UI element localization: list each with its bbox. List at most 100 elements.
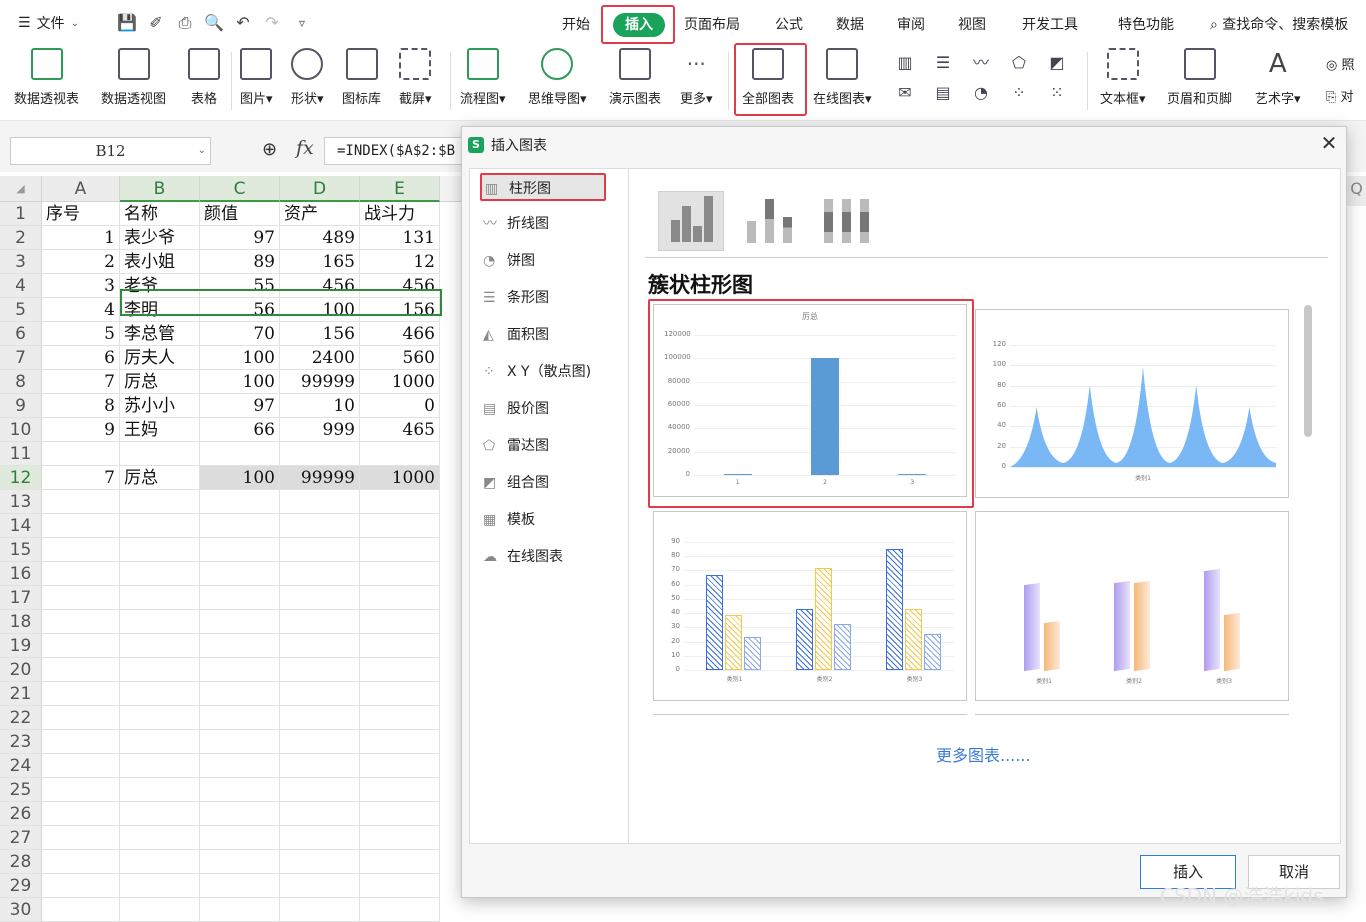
picture-button[interactable]: 图片▾	[240, 48, 273, 107]
column-title-cell[interactable]: 名称	[120, 202, 200, 226]
row-header[interactable]: 27	[0, 826, 42, 850]
table-cell[interactable]	[360, 706, 440, 730]
table-cell[interactable]	[42, 562, 120, 586]
column-title-cell[interactable]: 序号	[42, 202, 120, 226]
table-cell[interactable]	[200, 490, 280, 514]
table-cell[interactable]	[200, 778, 280, 802]
flowchart-button[interactable]: 流程图▾	[460, 48, 506, 107]
table-cell[interactable]: 99999	[280, 466, 360, 490]
column-title-cell[interactable]: 颜值	[200, 202, 280, 226]
tab-data[interactable]: 数据	[836, 14, 864, 34]
table-cell[interactable]: 王妈	[120, 418, 200, 442]
table-cell[interactable]	[360, 514, 440, 538]
row-header[interactable]: 5	[0, 298, 42, 322]
table-cell[interactable]	[200, 754, 280, 778]
table-cell[interactable]	[42, 802, 120, 826]
table-cell[interactable]	[200, 826, 280, 850]
file-menu[interactable]: ☰ 文件 ⌄	[18, 13, 79, 33]
table-cell[interactable]	[42, 730, 120, 754]
table-cell[interactable]	[42, 538, 120, 562]
scatter-chart-icon[interactable]: ⁘	[1006, 82, 1032, 104]
table-cell[interactable]	[280, 802, 360, 826]
demo-chart-button[interactable]: 演示图表	[609, 48, 661, 107]
table-cell[interactable]: 100	[200, 346, 280, 370]
tab-special-features[interactable]: 特色功能	[1118, 14, 1174, 34]
table-cell[interactable]	[200, 658, 280, 682]
row-header[interactable]: 16	[0, 562, 42, 586]
screenshot-button[interactable]: 截屏▾	[399, 48, 432, 107]
chart-category-item[interactable]: ◭ 面积图	[480, 321, 606, 349]
table-cell[interactable]: 156	[280, 322, 360, 346]
table-cell[interactable]: 456	[280, 274, 360, 298]
tab-formulas[interactable]: 公式	[775, 14, 803, 34]
tab-developer[interactable]: 开发工具	[1022, 14, 1078, 34]
table-cell[interactable]	[120, 778, 200, 802]
tab-home[interactable]: 开始	[562, 14, 590, 34]
table-cell[interactable]: 70	[200, 322, 280, 346]
column-header[interactable]: E	[360, 176, 440, 202]
camera-button[interactable]: ◎ 照	[1326, 54, 1355, 73]
row-header[interactable]: 21	[0, 682, 42, 706]
table-cell[interactable]: 4	[42, 298, 120, 322]
table-cell[interactable]: 7	[42, 370, 120, 394]
chart-category-item[interactable]: ▥ 柱形图	[480, 173, 606, 201]
online-charts-button[interactable]: 在线图表▾	[813, 48, 872, 107]
table-cell[interactable]	[120, 706, 200, 730]
row-header[interactable]: 7	[0, 346, 42, 370]
table-cell[interactable]: 厉总	[120, 466, 200, 490]
quick-access-dropdown-icon[interactable]: ▿	[292, 13, 312, 33]
name-box[interactable]: B12 ⌄	[10, 137, 211, 165]
table-cell[interactable]	[42, 778, 120, 802]
table-cell[interactable]	[360, 682, 440, 706]
table-cell[interactable]: 2400	[280, 346, 360, 370]
shapes-button[interactable]: 形状▾	[291, 48, 324, 107]
table-cell[interactable]	[360, 610, 440, 634]
table-cell[interactable]	[200, 634, 280, 658]
table-cell[interactable]	[360, 802, 440, 826]
table-cell[interactable]	[200, 898, 280, 922]
row-header[interactable]: 6	[0, 322, 42, 346]
undo-icon[interactable]: ↶	[233, 13, 253, 33]
word-art-button[interactable]: A 艺术字▾	[1255, 48, 1301, 107]
table-cell[interactable]	[280, 682, 360, 706]
table-cell[interactable]: 7	[42, 466, 120, 490]
column-header[interactable]: B	[120, 176, 200, 202]
table-cell[interactable]	[200, 514, 280, 538]
table-cell[interactable]: 3	[42, 274, 120, 298]
tab-view[interactable]: 视图	[958, 14, 986, 34]
table-cell[interactable]: 1000	[360, 466, 440, 490]
table-cell[interactable]: 165	[280, 250, 360, 274]
table-cell[interactable]	[360, 874, 440, 898]
table-cell[interactable]	[280, 490, 360, 514]
table-cell[interactable]	[42, 634, 120, 658]
table-cell[interactable]	[360, 586, 440, 610]
table-cell[interactable]	[280, 754, 360, 778]
row-header[interactable]: 13	[0, 490, 42, 514]
radar-chart-icon[interactable]: ⬠	[1006, 52, 1032, 74]
table-cell[interactable]	[280, 658, 360, 682]
header-footer-button[interactable]: 页眉和页脚	[1167, 48, 1232, 107]
table-cell[interactable]	[120, 586, 200, 610]
row-header[interactable]: 3	[0, 250, 42, 274]
table-cell[interactable]: 1	[42, 226, 120, 250]
table-cell[interactable]	[200, 730, 280, 754]
line-chart-icon[interactable]: 〰	[968, 52, 994, 74]
bar-chart-horizontal-icon[interactable]: ☰	[930, 52, 956, 74]
table-cell[interactable]: 66	[200, 418, 280, 442]
table-cell[interactable]: 9	[42, 418, 120, 442]
table-cell[interactable]	[200, 610, 280, 634]
table-cell[interactable]	[42, 682, 120, 706]
chart-category-item[interactable]: 〰折线图	[480, 210, 606, 238]
table-cell[interactable]: 10	[280, 394, 360, 418]
table-cell[interactable]	[360, 754, 440, 778]
chevron-down-icon[interactable]: ⌄	[198, 138, 206, 164]
row-header[interactable]: 23	[0, 730, 42, 754]
more-button[interactable]: ··· 更多▾	[680, 48, 713, 107]
table-cell[interactable]: 老爷	[120, 274, 200, 298]
table-cell[interactable]: 8	[42, 394, 120, 418]
table-cell[interactable]	[280, 850, 360, 874]
table-cell[interactable]	[42, 754, 120, 778]
table-cell[interactable]	[360, 658, 440, 682]
table-cell[interactable]	[120, 610, 200, 634]
fx-icon[interactable]: fx	[296, 137, 314, 159]
